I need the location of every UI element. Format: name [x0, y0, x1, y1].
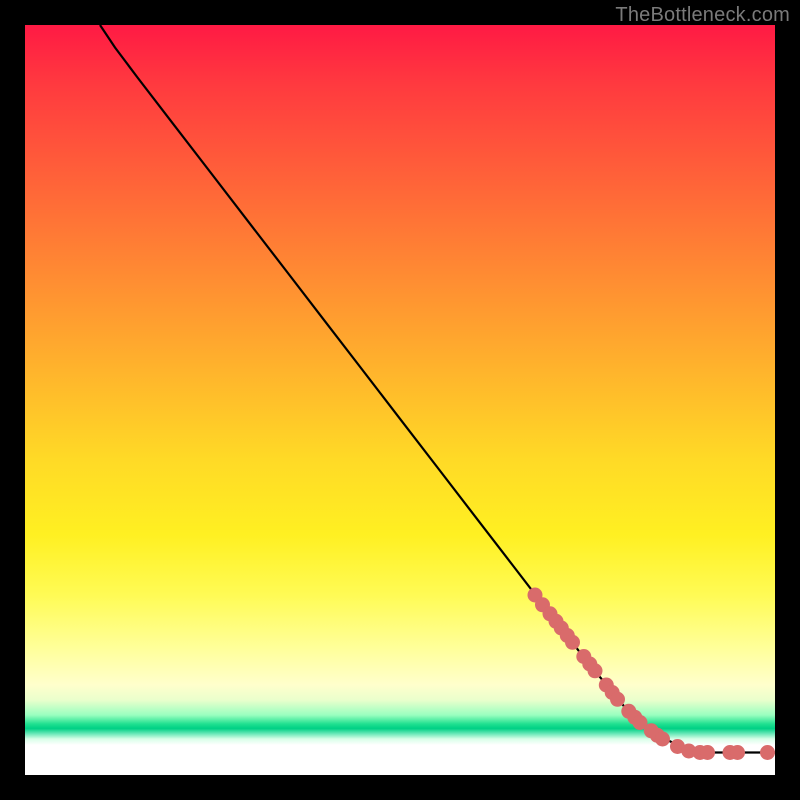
data-markers [528, 588, 776, 761]
chart-frame: TheBottleneck.com [0, 0, 800, 800]
data-marker [730, 745, 745, 760]
data-marker [760, 745, 775, 760]
watermark-text: TheBottleneck.com [615, 4, 790, 27]
data-marker [588, 663, 603, 678]
data-marker [610, 692, 625, 707]
plot-area [25, 25, 775, 775]
data-marker [700, 745, 715, 760]
chart-svg [25, 25, 775, 775]
data-marker [565, 635, 580, 650]
data-marker [655, 732, 670, 747]
curve-line [100, 25, 775, 753]
